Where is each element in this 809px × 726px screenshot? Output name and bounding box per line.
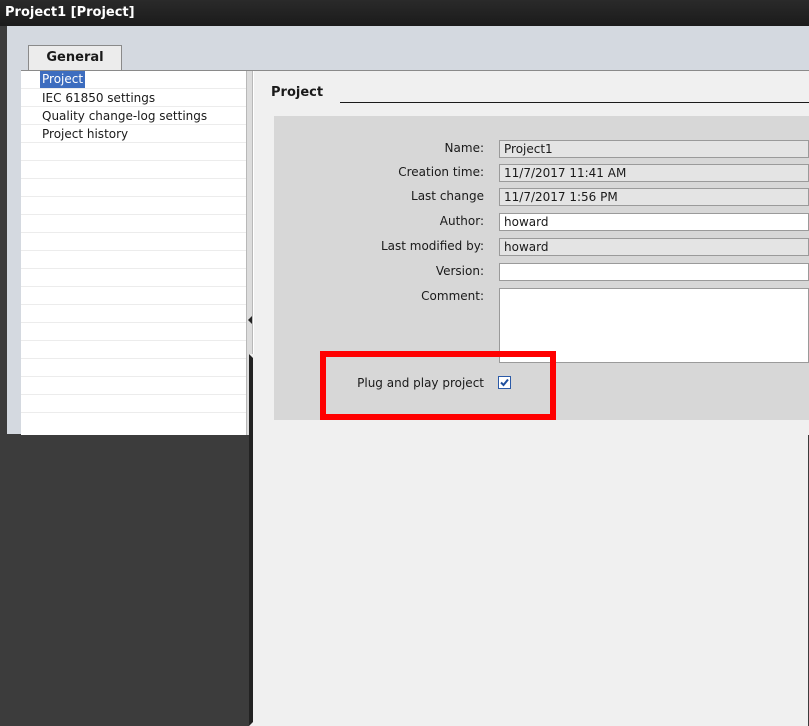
- last-change-field: 11/7/2017 1:56 PM: [499, 188, 809, 206]
- sidebar-item-iec-61850-settings[interactable]: IEC 61850 settings: [40, 90, 157, 107]
- nav-separator: [21, 340, 246, 341]
- nav-separator: [21, 286, 246, 287]
- project-form: Name: Project1 Creation time: 11/7/2017 …: [274, 116, 809, 420]
- author-label: Author:: [439, 214, 484, 228]
- nav-separator: [21, 376, 246, 377]
- nav-separator: [21, 214, 246, 215]
- section-divider: [340, 102, 809, 103]
- section-title: Project: [271, 85, 324, 100]
- nav-separator: [21, 88, 246, 89]
- sidebar-item-project[interactable]: Project: [40, 71, 86, 88]
- version-label: Version:: [435, 264, 484, 278]
- window-titlebar: Project1 [Project]: [0, 0, 809, 26]
- tab-general[interactable]: General: [28, 45, 122, 70]
- nav-separator: [21, 268, 246, 269]
- nav-separator: [21, 250, 246, 251]
- plug-and-play-checkbox[interactable]: [498, 376, 511, 389]
- checkmark-icon: [500, 378, 509, 387]
- last-change-label: Last change: [411, 189, 484, 203]
- last-modified-by-field: howard: [499, 238, 809, 256]
- nav-separator: [21, 358, 246, 359]
- pane-splitter[interactable]: [246, 71, 808, 726]
- properties-panel: General Project IEC 61850 settings Quali…: [7, 26, 809, 726]
- sidebar-item-project-history[interactable]: Project history: [40, 126, 130, 143]
- tab-content: Project IEC 61850 settings Quality chang…: [21, 70, 809, 726]
- nav-separator: [21, 196, 246, 197]
- comment-field[interactable]: [499, 288, 809, 363]
- window-title: Project1 [Project]: [5, 5, 135, 20]
- sidebar-nav: Project IEC 61850 settings Quality chang…: [21, 71, 246, 435]
- plug-and-play-label: Plug and play project: [357, 376, 484, 390]
- sidebar-item-quality-change-log-settings[interactable]: Quality change-log settings: [40, 108, 209, 125]
- nav-separator: [21, 394, 246, 395]
- version-field[interactable]: [499, 263, 809, 281]
- nav-separator: [21, 322, 246, 323]
- nav-separator: [21, 178, 246, 179]
- project-properties-pane: Project Name: Project1 Creation time: 11…: [254, 71, 809, 435]
- nav-separator: [21, 304, 246, 305]
- last-modified-by-label: Last modified by:: [380, 239, 484, 253]
- nav-separator: [21, 232, 246, 233]
- creation-time-label: Creation time:: [398, 165, 484, 179]
- comment-label: Comment:: [421, 289, 484, 303]
- creation-time-field: 11/7/2017 11:41 AM: [499, 164, 809, 182]
- name-label: Name:: [444, 141, 484, 155]
- name-field: Project1: [499, 140, 809, 158]
- nav-separator: [21, 160, 246, 161]
- nav-separator: [21, 412, 246, 413]
- author-field[interactable]: howard: [499, 213, 809, 231]
- collapse-left-icon[interactable]: [248, 316, 252, 324]
